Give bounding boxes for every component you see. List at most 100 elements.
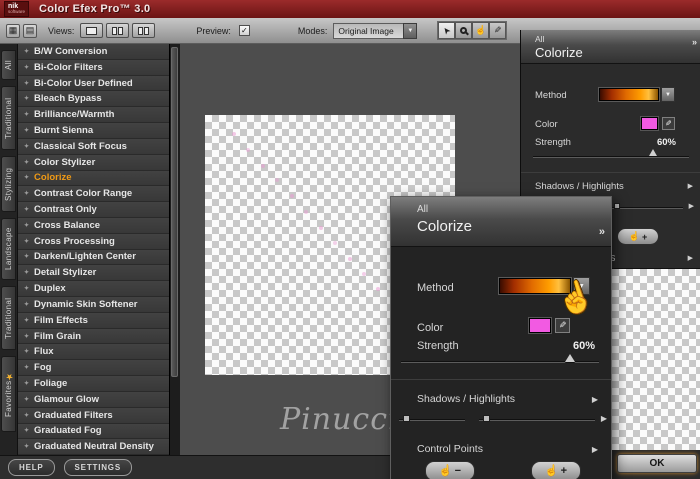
- filter-bullet-icon: ✦: [24, 317, 30, 324]
- filter-bullet-icon: ✦: [24, 207, 30, 214]
- filter-list-item[interactable]: ✦ Cross Processing: [18, 233, 169, 250]
- color-swatch[interactable]: [529, 318, 551, 333]
- eyedropper-icon: ✎: [665, 119, 672, 128]
- highlights-slider[interactable]: [479, 419, 595, 421]
- color-swatch[interactable]: [641, 117, 658, 130]
- filter-label: Film Grain: [34, 330, 82, 342]
- filter-label: Brilliance/Warmth: [34, 109, 115, 121]
- hand-cursor-icon: ☝: [438, 464, 453, 477]
- filter-bullet-icon: ✦: [24, 96, 30, 103]
- mode-selected-value: Original Image: [338, 25, 394, 36]
- shadows-slider-thumb[interactable]: [403, 415, 410, 422]
- eyedropper-tool-button[interactable]: ✎: [489, 22, 507, 39]
- mode-select[interactable]: Original Image: [333, 22, 404, 39]
- filter-list-item[interactable]: ✦ Glamour Glow: [18, 391, 169, 408]
- strength-label: Strength: [535, 137, 571, 148]
- filter-list-item[interactable]: ✦ Cross Balance: [18, 217, 169, 234]
- strength-slider-thumb[interactable]: [649, 149, 657, 156]
- filter-list-item[interactable]: ✦ Colorize: [18, 170, 169, 187]
- panel-collapse-icon[interactable]: »: [692, 37, 697, 47]
- overlay-collapse-icon[interactable]: »: [599, 226, 605, 238]
- sliders-expand-icon[interactable]: ▶: [689, 202, 694, 210]
- filter-list-item[interactable]: ✦ Color Stylizer: [18, 154, 169, 171]
- filter-list-item[interactable]: ✦ Flux: [18, 344, 169, 361]
- pointer-tool-button[interactable]: ➤: [438, 22, 456, 39]
- side-tab-favorites[interactable]: Favorites ★: [1, 356, 16, 432]
- filter-label: Graduated Filters: [34, 409, 113, 421]
- filter-list-item[interactable]: ✦ Classical Soft Focus: [18, 138, 169, 155]
- grid-view-icon[interactable]: ▦: [6, 23, 20, 38]
- filter-list-item[interactable]: ✦ B/W Conversion: [18, 44, 169, 60]
- zoom-tool-button[interactable]: [455, 22, 473, 39]
- filter-label: Detail Stylizer: [34, 267, 97, 279]
- filter-list-item[interactable]: ✦ Duplex: [18, 281, 169, 297]
- filter-bullet-icon: ✦: [24, 365, 30, 372]
- favorites-star-icon: ★: [3, 370, 14, 381]
- strength-slider-thumb[interactable]: [565, 354, 575, 362]
- filter-label: Bi-Color User Defined: [34, 77, 133, 89]
- method-gradient-swatch[interactable]: [599, 88, 659, 101]
- filter-bullet-icon: ✦: [24, 254, 30, 261]
- control-points-label: Control Points: [417, 443, 483, 455]
- method-label: Method: [535, 90, 567, 101]
- filter-list-item[interactable]: ✦ Graduated Filters: [18, 407, 169, 424]
- overlay-panel-title: Colorize: [417, 218, 473, 235]
- filter-list-item[interactable]: ✦ Bi-Color Filters: [18, 59, 169, 76]
- list-view-icon[interactable]: ▤: [23, 23, 37, 38]
- highlights-slider[interactable]: [611, 207, 683, 209]
- filter-list-item[interactable]: ✦ Dynamic Skin Softener: [18, 297, 169, 313]
- single-view-button[interactable]: [80, 23, 104, 38]
- eyedropper-icon: ✎: [558, 320, 567, 330]
- help-button[interactable]: HELP: [8, 459, 55, 476]
- add-control-point-button[interactable]: ☝ +: [617, 228, 659, 245]
- sliders-expand-icon[interactable]: ▶: [601, 414, 607, 423]
- filter-list-item[interactable]: ✦ Bleach Bypass: [18, 91, 169, 108]
- filter-list-item[interactable]: ✦ Graduated Fog: [18, 423, 169, 440]
- filter-list-item[interactable]: ✦ Contrast Color Range: [18, 186, 169, 203]
- method-label: Method: [417, 282, 454, 294]
- side-tab-traditional[interactable]: Traditional: [1, 286, 16, 350]
- highlights-slider-thumb[interactable]: [614, 203, 620, 209]
- filter-list-item[interactable]: ✦ Film Effects: [18, 312, 169, 329]
- scrollbar-thumb[interactable]: [171, 47, 178, 377]
- filter-list-item[interactable]: ✦ Contrast Only: [18, 202, 169, 218]
- split-view-button[interactable]: [106, 23, 130, 38]
- filter-list-item[interactable]: ✦ Bi-Color User Defined: [18, 75, 169, 92]
- filter-list-item[interactable]: ✦ Darken/Lighten Center: [18, 249, 169, 266]
- control-points-expand-icon[interactable]: ▶: [592, 445, 598, 454]
- filter-list-scrollbar[interactable]: [169, 44, 180, 455]
- filter-list-item[interactable]: ✦ Foliage: [18, 376, 169, 392]
- filter-list-item[interactable]: ✦ Brilliance/Warmth: [18, 107, 169, 124]
- filter-label: Contrast Only: [34, 204, 97, 216]
- pan-tool-button[interactable]: ☝: [472, 22, 490, 39]
- shadows-highlights-expand-icon[interactable]: ▶: [592, 395, 598, 404]
- ok-button[interactable]: OK: [617, 454, 697, 473]
- filter-list-item[interactable]: ✦ Detail Stylizer: [18, 265, 169, 282]
- filter-list-item[interactable]: ✦ Burnt Sienna: [18, 123, 169, 139]
- preview-checkbox[interactable]: ✓: [238, 25, 250, 36]
- filter-list-item[interactable]: ✦ Graduated Neutral Density: [18, 439, 169, 456]
- mode-dropdown-arrow-icon[interactable]: ▼: [403, 22, 418, 39]
- filter-bullet-icon: ✦: [24, 444, 30, 451]
- side-by-side-view-button[interactable]: [132, 23, 156, 38]
- strength-slider[interactable]: [533, 156, 689, 158]
- shadows-highlights-expand-icon[interactable]: ▶: [688, 182, 693, 190]
- strength-label: Strength: [417, 340, 459, 352]
- side-tab-stylizing[interactable]: Stylizing: [1, 156, 16, 212]
- settings-button[interactable]: SETTINGS: [63, 459, 132, 476]
- control-points-expand-icon[interactable]: ▶: [688, 254, 693, 262]
- side-tab-landscape[interactable]: Landscape: [1, 218, 16, 280]
- add-control-point-button[interactable]: ☝ +: [531, 461, 581, 479]
- side-tab-traditional[interactable]: Traditional: [1, 86, 16, 150]
- color-label: Color: [417, 322, 444, 334]
- highlights-slider-thumb[interactable]: [483, 415, 490, 422]
- filter-list-item[interactable]: ✦ Fog: [18, 360, 169, 377]
- side-tab-label: Landscape: [4, 227, 13, 271]
- remove-control-point-button[interactable]: ☝−: [425, 461, 475, 479]
- color-picker-button[interactable]: ✎: [662, 117, 675, 130]
- filter-list-item[interactable]: ✦ Film Grain: [18, 328, 169, 345]
- side-tab-all[interactable]: All: [1, 50, 16, 80]
- filter-bullet-icon: ✦: [24, 127, 30, 134]
- method-dropdown-arrow-icon[interactable]: ▼: [661, 87, 675, 102]
- canvas-pink-speckles: [205, 115, 207, 117]
